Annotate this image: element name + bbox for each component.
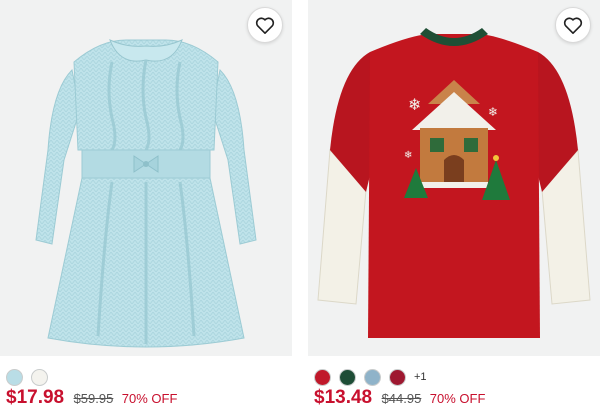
product-card[interactable]: ❄ ❄ ❄ +1 $13.48 $44.95 70% OFF	[308, 0, 600, 411]
svg-text:❄: ❄	[404, 150, 412, 161]
favorite-button[interactable]	[555, 7, 591, 43]
product-image[interactable]: ❄ ❄ ❄	[308, 0, 600, 356]
color-swatches: +1	[314, 368, 427, 386]
svg-text:❄: ❄	[408, 95, 421, 114]
color-swatch[interactable]	[339, 368, 356, 386]
sale-price: $17.98	[6, 387, 65, 408]
price-row: $13.48 $44.95 70% OFF	[314, 387, 485, 409]
favorite-button[interactable]	[247, 7, 283, 43]
product-card[interactable]: $17.98 $59.95 70% OFF	[0, 0, 292, 411]
product-image[interactable]	[0, 0, 292, 356]
color-swatch[interactable]	[6, 368, 23, 386]
color-swatch[interactable]	[31, 368, 48, 386]
sweater-dress-image	[35, 39, 257, 348]
discount-label: 70% OFF	[121, 391, 178, 406]
more-colors-count[interactable]: +1	[414, 371, 427, 383]
original-price: $44.95	[381, 391, 422, 406]
color-swatch[interactable]	[389, 368, 406, 386]
svg-text:❄: ❄	[488, 105, 498, 119]
heart-outline-icon	[563, 17, 583, 34]
price-row: $17.98 $59.95 70% OFF	[6, 387, 177, 409]
color-swatches	[6, 368, 56, 386]
gingerbread-shirt-image: ❄ ❄ ❄	[317, 28, 591, 338]
color-swatch[interactable]	[364, 368, 381, 386]
original-price: $59.95	[73, 391, 114, 406]
heart-outline-icon	[255, 17, 275, 34]
sale-price: $13.48	[314, 387, 373, 408]
color-swatch[interactable]	[314, 368, 331, 386]
discount-label: 70% OFF	[429, 391, 486, 406]
